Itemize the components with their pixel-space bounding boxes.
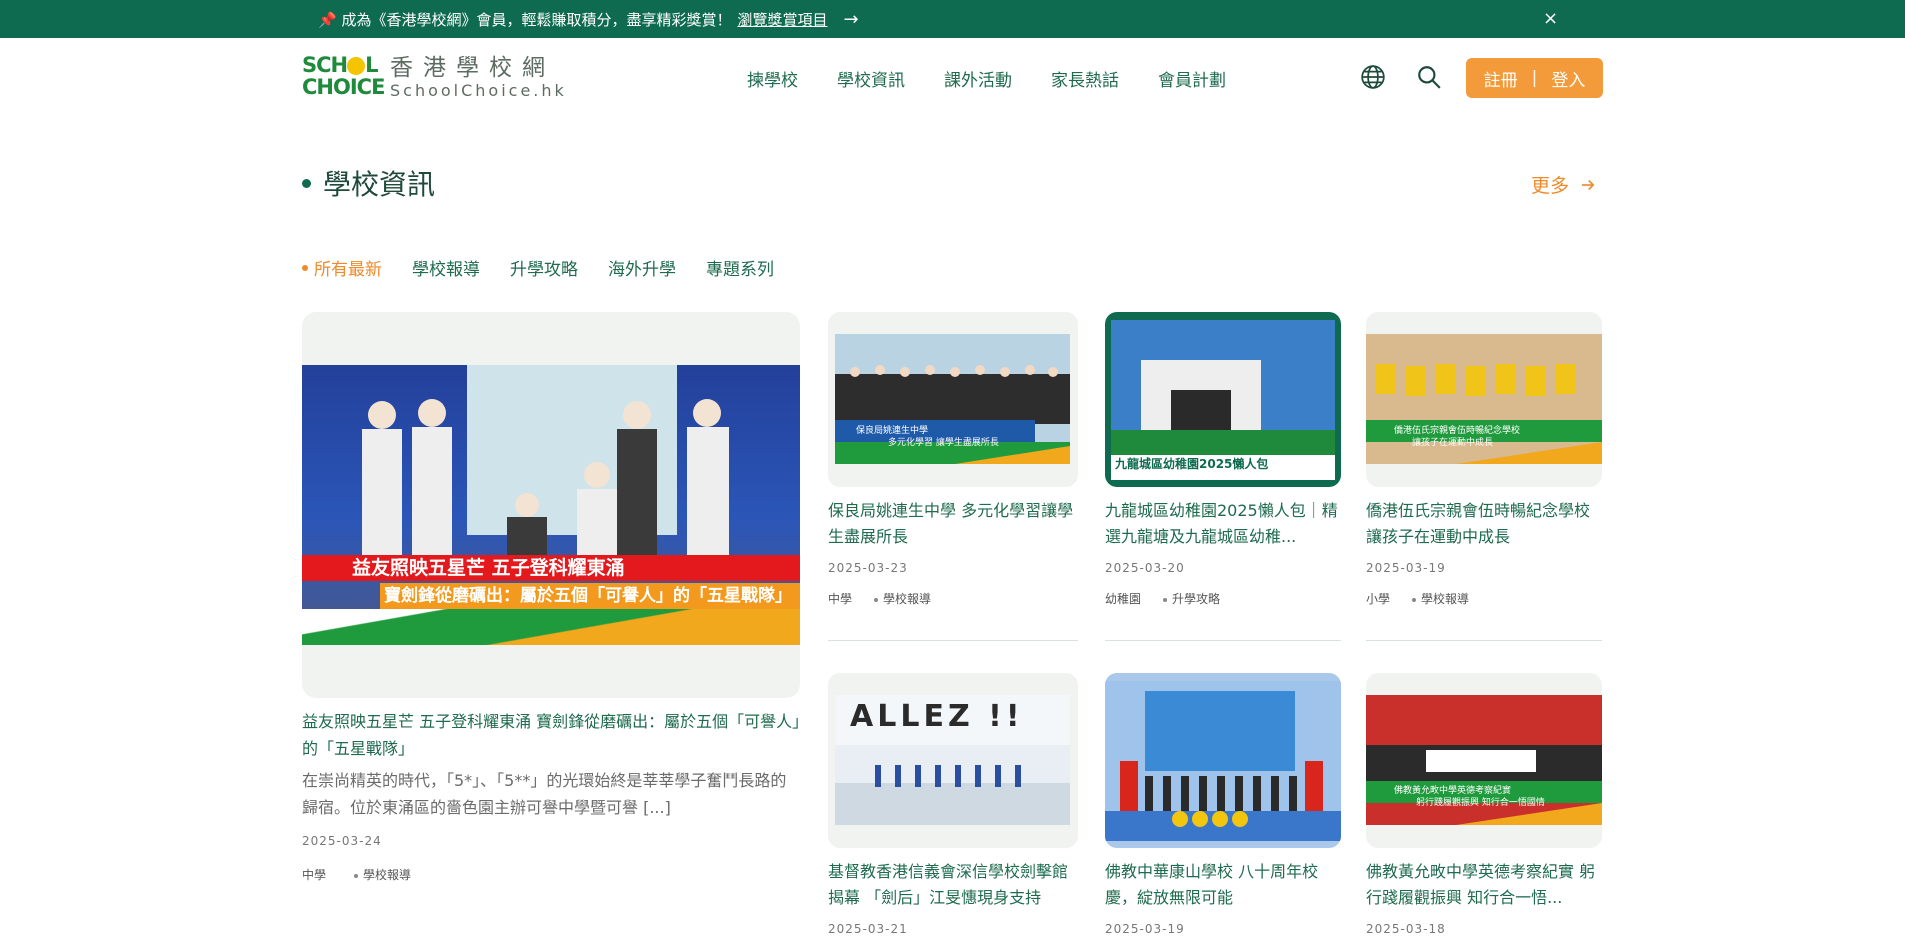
brand-stripe bbox=[302, 609, 800, 645]
arrow-right-icon bbox=[1582, 179, 1595, 190]
card-title[interactable]: 佛教中華康山學校 八十周年校慶，綻放無限可能 bbox=[1105, 859, 1341, 911]
card-title[interactable]: 基督教香港信義會深信學校劍擊館揭幕 「劍后」江旻憓現身支持 bbox=[828, 859, 1078, 911]
card-meta: 中學 學校報導 bbox=[828, 590, 1078, 607]
announcement-text: 📌 成為《香港學校網》會員，輕鬆賺取積分，盡享精彩獎賞！ bbox=[318, 11, 732, 29]
featured-caption-red: 益友照映五星芒 五子登科耀東涌 bbox=[302, 555, 800, 581]
nav-item-school-info[interactable]: 學校資訊 bbox=[837, 66, 905, 91]
card-divider bbox=[1366, 640, 1602, 641]
login-button[interactable]: 登入 bbox=[1551, 66, 1585, 91]
nav-item-find-school[interactable]: 揀學校 bbox=[747, 66, 798, 91]
card-level-tag[interactable]: 幼稚園 bbox=[1105, 590, 1141, 607]
more-link[interactable]: 更多 bbox=[1531, 171, 1597, 198]
globe-icon[interactable] bbox=[1360, 64, 1386, 90]
card-category-tag[interactable]: 學校報導 bbox=[1412, 590, 1469, 607]
tab-all-latest[interactable]: 所有最新 bbox=[302, 255, 382, 280]
card-meta: 小學 學校報導 bbox=[1366, 590, 1602, 607]
card-thumbnail[interactable]: ALLEZ !! bbox=[828, 673, 1078, 848]
featured-caption-orange: 寶劍鋒從磨礪出：屬於五個「可譽人」的「五星戰隊」 bbox=[380, 583, 800, 609]
rewards-link[interactable]: 瀏覽獎賞項目 bbox=[737, 9, 827, 30]
card-thumbnail[interactable]: 僑港伍氏宗親會伍時暢紀念學校 讓孩子在運動中成長 bbox=[1366, 312, 1602, 487]
article-card[interactable]: 佛教黃允畋中學英德考察紀實 躬行踐履觀振興 知行合一悟國情 佛教黃允畋中學英德考… bbox=[1366, 673, 1602, 936]
card-thumbnail[interactable]: 保良局姚連生中學 多元化學習 讓學生盡展所長 bbox=[828, 312, 1078, 487]
category-tabs: 所有最新 學校報導 升學攻略 海外升學 專題系列 bbox=[302, 255, 804, 280]
announcement-message: 📌 成為《香港學校網》會員，輕鬆賺取積分，盡享精彩獎賞！ 瀏覽獎賞項目 → bbox=[318, 9, 859, 30]
card-date: 2025-03-21 bbox=[828, 922, 908, 936]
card-caption-2: 讓孩子在運動中成長 bbox=[1412, 438, 1494, 448]
card-level-tag[interactable]: 中學 bbox=[828, 590, 852, 607]
card-caption-2: 多元化學習 讓學生盡展所長 bbox=[888, 438, 999, 448]
section-title: 學校資訊 bbox=[323, 168, 436, 201]
register-button[interactable]: 註冊 bbox=[1484, 66, 1518, 91]
search-icon[interactable] bbox=[1416, 64, 1442, 90]
bullet-dot bbox=[302, 178, 311, 188]
card-title[interactable]: 保良局姚連生中學 多元化學習讓學生盡展所長 bbox=[828, 498, 1078, 550]
card-caption-2: 躬行踐履觀振興 知行合一悟國情 bbox=[1416, 798, 1545, 808]
card-meta: 幼稚園 升學攻略 bbox=[1105, 590, 1341, 607]
card-thumbnail[interactable]: 佛教黃允畋中學英德考察紀實 躬行踐履觀振興 知行合一悟國情 bbox=[1366, 673, 1602, 848]
article-card[interactable]: 僑港伍氏宗親會伍時暢紀念學校 讓孩子在運動中成長 僑港伍氏宗親會伍時暢紀念學校 … bbox=[1366, 312, 1602, 641]
auth-separator: | bbox=[1531, 68, 1538, 88]
article-card[interactable]: 九龍城區幼稚園2025懶人包 精選九龍塘及九龍城區幼稚園名單及熱門選擇 九龍城區… bbox=[1105, 312, 1341, 641]
tab-school-reports[interactable]: 學校報導 bbox=[412, 255, 480, 280]
featured-article-image[interactable]: 益友照映五星芒 五子登科耀東涌 寶劍鋒從磨礪出：屬於五個「可譽人」的「五星戰隊」 bbox=[302, 312, 800, 698]
announcement-bar: 📌 成為《香港學校網》會員，輕鬆賺取積分，盡享精彩獎賞！ 瀏覽獎賞項目 → × bbox=[0, 0, 1905, 38]
card-caption-1: ALLEZ !! bbox=[850, 699, 1024, 734]
article-card[interactable]: 佛教中華康山學校 八十周年校慶，綻放無限可能 2025-03-19 bbox=[1105, 673, 1341, 936]
logo-text: 香港學校網 SchoolChoice.hk bbox=[390, 55, 567, 101]
featured-title[interactable]: 益友照映五星芒 五子登科耀東涌 寶劍鋒從磨礪出：屬於五個「可譽人」的「五星戰隊」 bbox=[302, 708, 802, 762]
section-heading: 學校資訊 bbox=[302, 163, 435, 203]
card-date: 2025-03-19 bbox=[1366, 561, 1446, 575]
card-date: 2025-03-20 bbox=[1105, 561, 1185, 575]
card-date: 2025-03-18 bbox=[1366, 922, 1446, 936]
card-date: 2025-03-23 bbox=[828, 561, 908, 575]
card-divider bbox=[828, 640, 1078, 641]
card-level-tag[interactable]: 小學 bbox=[1366, 590, 1390, 607]
site-logo[interactable]: SCH L CHOICE 香港學校網 SchoolChoice.hk bbox=[302, 54, 567, 102]
featured-level-tag[interactable]: 中學 bbox=[302, 866, 326, 883]
arrow-right-icon[interactable]: → bbox=[843, 10, 858, 28]
featured-category-tag[interactable]: 學校報導 bbox=[354, 866, 411, 883]
card-divider bbox=[1105, 640, 1341, 641]
card-title[interactable]: 僑港伍氏宗親會伍時暢紀念學校 讓孩子在運動中成長 bbox=[1366, 498, 1602, 550]
card-thumbnail[interactable]: 九龍城區幼稚園2025懶人包 精選九龍塘及九龍城區幼稚園名單及熱門選擇 bbox=[1105, 312, 1341, 487]
tab-overseas-study[interactable]: 海外升學 bbox=[608, 255, 676, 280]
card-photo bbox=[1105, 681, 1341, 841]
logo-chinese: 香港學校網 bbox=[390, 55, 555, 81]
auth-button-group: 註冊 | 登入 bbox=[1466, 58, 1603, 98]
article-card[interactable]: 保良局姚連生中學 多元化學習 讓學生盡展所長 保良局姚連生中學 多元化學習讓學生… bbox=[828, 312, 1078, 641]
featured-excerpt: 在崇尚精英的時代，「5*」、「5**」的光環始終是莘莘學子奮鬥長路的歸宿。位於東… bbox=[302, 771, 787, 817]
card-title[interactable]: 佛教黃允畋中學英德考察紀實 躬行踐履觀振興 知行合一悟... bbox=[1366, 859, 1602, 911]
featured-date: 2025-03-24 bbox=[302, 834, 382, 848]
site-header: SCH L CHOICE 香港學校網 SchoolChoice.hk 揀學校 學校… bbox=[0, 38, 1905, 118]
card-date: 2025-03-19 bbox=[1105, 922, 1185, 936]
article-card[interactable]: ALLEZ !! 基督教香港信義會深信學校劍擊館揭幕 「劍后」江旻憓現身支持 2… bbox=[828, 673, 1078, 936]
tab-admission-guide[interactable]: 升學攻略 bbox=[510, 255, 578, 280]
nav-item-activities[interactable]: 課外活動 bbox=[944, 66, 1012, 91]
featured-photo: 益友照映五星芒 五子登科耀東涌 寶劍鋒從磨礪出：屬於五個「可譽人」的「五星戰隊」 bbox=[302, 365, 800, 645]
nav-item-parent-topics[interactable]: 家長熱話 bbox=[1051, 66, 1119, 91]
card-title[interactable]: 九龍城區幼稚園2025懶人包｜精選九龍塘及九龍城區幼稚... bbox=[1105, 498, 1341, 550]
featured-meta: 中學 學校報導 bbox=[302, 866, 411, 883]
card-category-tag[interactable]: 學校報導 bbox=[874, 590, 931, 607]
close-icon[interactable]: × bbox=[1543, 8, 1558, 29]
students-photo bbox=[362, 399, 729, 555]
nav-item-membership[interactable]: 會員計劃 bbox=[1158, 66, 1226, 91]
logo-english: SchoolChoice.hk bbox=[390, 81, 567, 100]
card-caption-2: 精選九龍塘及九龍城區幼稚園名單及熱門選擇 bbox=[1111, 471, 1271, 480]
tab-feature-series[interactable]: 專題系列 bbox=[706, 255, 774, 280]
logo-mark: SCH L CHOICE bbox=[302, 53, 385, 99]
more-label: 更多 bbox=[1531, 175, 1570, 197]
card-category-tag[interactable]: 升學攻略 bbox=[1163, 590, 1220, 607]
main-nav: 揀學校 學校資訊 課外活動 家長熱話 會員計劃 bbox=[747, 66, 1265, 91]
card-thumbnail[interactable] bbox=[1105, 673, 1341, 848]
